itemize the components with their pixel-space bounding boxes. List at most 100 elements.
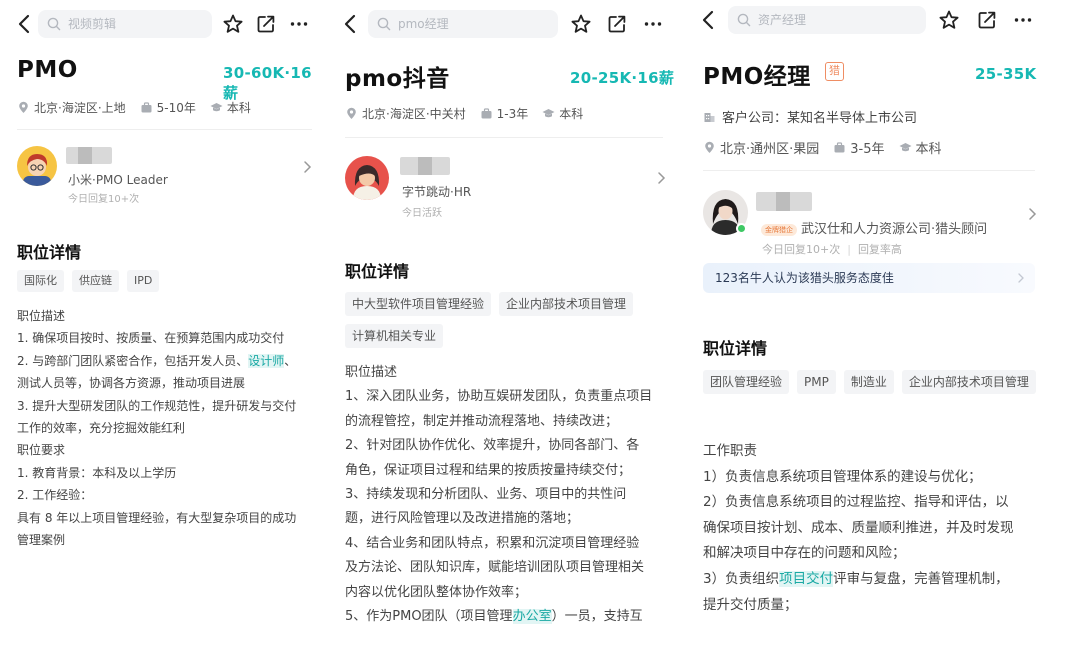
description-line: 内容以优化团队整体协作效率；: [345, 584, 528, 600]
recruiter-role: 字节跳动·HR: [402, 185, 472, 199]
client-company: 客户公司：某知名半导体上市公司: [703, 107, 917, 126]
more-icon[interactable]: [1012, 9, 1034, 31]
description-line: 1. 确保项目按时、按质量、在预算范围内成功交付: [17, 331, 285, 346]
search-input[interactable]: 视频剪辑: [38, 10, 212, 38]
recruiter-activity: 今日回复10+次: [68, 194, 140, 205]
chevron-right-icon[interactable]: [656, 171, 666, 185]
avatar-illustration: [353, 165, 381, 200]
salary: 20-25K·16薪: [570, 69, 675, 87]
description-line: 1、深入团队业务，协助互娱研发团队，负责重点项目: [345, 389, 653, 405]
chevron-right-icon[interactable]: [302, 160, 312, 174]
job-title: PMO经理: [703, 64, 811, 90]
description-line: 1. 教育背景：本科及以上学历: [17, 465, 177, 480]
job-panel-1: 视频剪辑 PMO 30-60K·16薪 北京·海淀区·上地 5-10年 本科 小…: [0, 0, 322, 662]
recruiter-activity: 今日回复10+次 | 回复率高: [762, 243, 902, 256]
location-pin-icon: [705, 141, 714, 153]
skill-tag: 国际化: [17, 270, 64, 292]
star-icon[interactable]: [222, 13, 244, 35]
divider: [17, 129, 312, 130]
skill-tag: 企业内部技术项目管理: [499, 292, 634, 316]
divider: [345, 137, 663, 138]
education: 本科: [542, 105, 583, 122]
graduation-cap-icon: [210, 103, 223, 112]
description-line: 和解决项目中存在的问题和风险；: [703, 545, 906, 562]
highlighted-keyword[interactable]: 项目交付: [779, 570, 834, 587]
service-rating-banner[interactable]: 123名牛人认为该猎头服务态度佳: [703, 263, 1035, 293]
recruiter-name-blurred: [66, 147, 112, 164]
description-line: 3）负责组织项目交付评审与复盘，完善管理机制，: [703, 570, 1009, 587]
recruiter-avatar[interactable]: [17, 146, 57, 186]
tag-list: 国际化 供应链 IPD: [17, 270, 317, 300]
recruiter-role: 金牌猎企 武汉仕和人力资源公司·猎头顾问: [761, 218, 987, 237]
highlighted-keyword[interactable]: 设计师: [248, 353, 285, 368]
graduation-cap-icon: [542, 109, 555, 118]
job-description: 职位描述 1、深入团队业务，协助互娱研发团队，负责重点项目 的流程管控，制定并推…: [345, 361, 652, 629]
back-arrow-icon[interactable]: [698, 8, 720, 32]
job-title: PMO: [17, 57, 78, 83]
star-icon[interactable]: [938, 9, 960, 31]
briefcase-icon: [481, 108, 492, 119]
star-icon[interactable]: [570, 13, 592, 35]
description-line: 3、持续发现和分析团队、业务、项目中的共性问: [345, 487, 627, 503]
description-line: 工作职责: [703, 443, 757, 459]
location-pin-icon: [347, 107, 356, 119]
more-icon[interactable]: [288, 13, 310, 35]
experience: 1-3年: [480, 105, 528, 122]
job-panel-3: 资产经理 PMO经理 猎 25-35K 客户公司：某知名半导体上市公司 北京·通…: [686, 0, 1080, 662]
salary: 25-35K: [975, 65, 1037, 83]
education: 本科: [210, 99, 251, 116]
more-icon[interactable]: [642, 13, 664, 35]
description-line: 2、针对团队协作优化、效率提升，协同各部门、各: [345, 438, 640, 454]
divider: [703, 170, 1035, 171]
tag-list: 团队管理经验 PMP 制造业 企业内部技术项目管理: [703, 370, 1063, 402]
headhunter-badge: 猎: [825, 62, 844, 81]
back-arrow-icon[interactable]: [340, 12, 362, 36]
chevron-right-icon[interactable]: [1027, 207, 1037, 221]
share-icon[interactable]: [606, 13, 628, 35]
description-line: 2. 工作经验：: [17, 488, 93, 503]
briefcase-icon: [834, 142, 845, 153]
building-icon: [704, 113, 715, 122]
share-icon[interactable]: [255, 13, 277, 35]
location: 北京·通州区·果园: [703, 138, 819, 157]
description-line: 职位要求: [17, 443, 66, 458]
skill-tag: 团队管理经验: [703, 370, 790, 394]
online-status-dot: [736, 223, 747, 234]
search-input[interactable]: 资产经理: [728, 6, 926, 34]
recruiter-role: 小米·PMO Leader: [68, 173, 168, 187]
description-line: 及方法论、团队知识库，赋能培训团队项目管理相关: [345, 560, 645, 576]
recruiter-name-blurred: [400, 157, 450, 175]
description-line: 确保项目按计划、成本、质量顺利推进，并及时发现: [703, 519, 1014, 536]
skill-tag: 制造业: [843, 370, 894, 394]
avatar-illustration: [23, 154, 51, 186]
job-meta: 北京·海淀区·中关村 1-3年 本科: [345, 105, 597, 122]
search-icon: [47, 17, 61, 31]
search-input[interactable]: pmo经理: [368, 10, 558, 38]
section-title: 职位详情: [17, 243, 82, 262]
description-line: 职位描述: [345, 365, 398, 380]
job-panel-2: pmo经理 pmo抖音 20-25K·16薪 北京·海淀区·中关村 1-3年 本…: [328, 0, 676, 662]
top-bar: 资产经理: [686, 2, 1080, 38]
section-title: 职位详情: [345, 262, 410, 281]
job-description: 职位描述 1. 确保项目按时、按质量、在预算范围内成功交付 2. 与跨部门团队紧…: [17, 305, 296, 551]
description-line: 角色，保证项目过程和结果的按质按量持续交付；: [345, 462, 632, 478]
skill-tag: IPD: [127, 270, 160, 292]
recruiter-avatar[interactable]: [345, 156, 389, 200]
description-line: 题，进行风险管理以及改进措施的落地；: [345, 511, 580, 527]
description-line: 具有 8 年以上项目管理经验，有大型复杂项目的成功: [17, 510, 297, 525]
back-arrow-icon[interactable]: [14, 12, 36, 36]
skill-tag: PMP: [797, 370, 836, 394]
description-line: 3. 提升大型研发团队的工作规范性，提升研发与交付: [17, 398, 297, 413]
top-bar: pmo经理: [328, 6, 676, 42]
share-icon[interactable]: [976, 9, 998, 31]
job-meta: 北京·海淀区·上地 5-10年 本科: [17, 99, 265, 116]
gold-firm-tag: 金牌猎企: [761, 223, 797, 236]
top-bar: 视频剪辑: [0, 6, 322, 42]
education: 本科: [899, 138, 942, 157]
skill-tag: 企业内部技术项目管理: [901, 370, 1036, 394]
description-line: 4、结合业务和团队特点，积累和沉淀项目管理经验: [345, 535, 640, 551]
highlighted-keyword[interactable]: 办公室: [512, 609, 552, 625]
location-pin-icon: [19, 101, 28, 113]
description-line: 2）负责信息系统项目的过程监控、指导和评估，以: [703, 494, 1009, 511]
search-placeholder: pmo经理: [398, 17, 449, 31]
